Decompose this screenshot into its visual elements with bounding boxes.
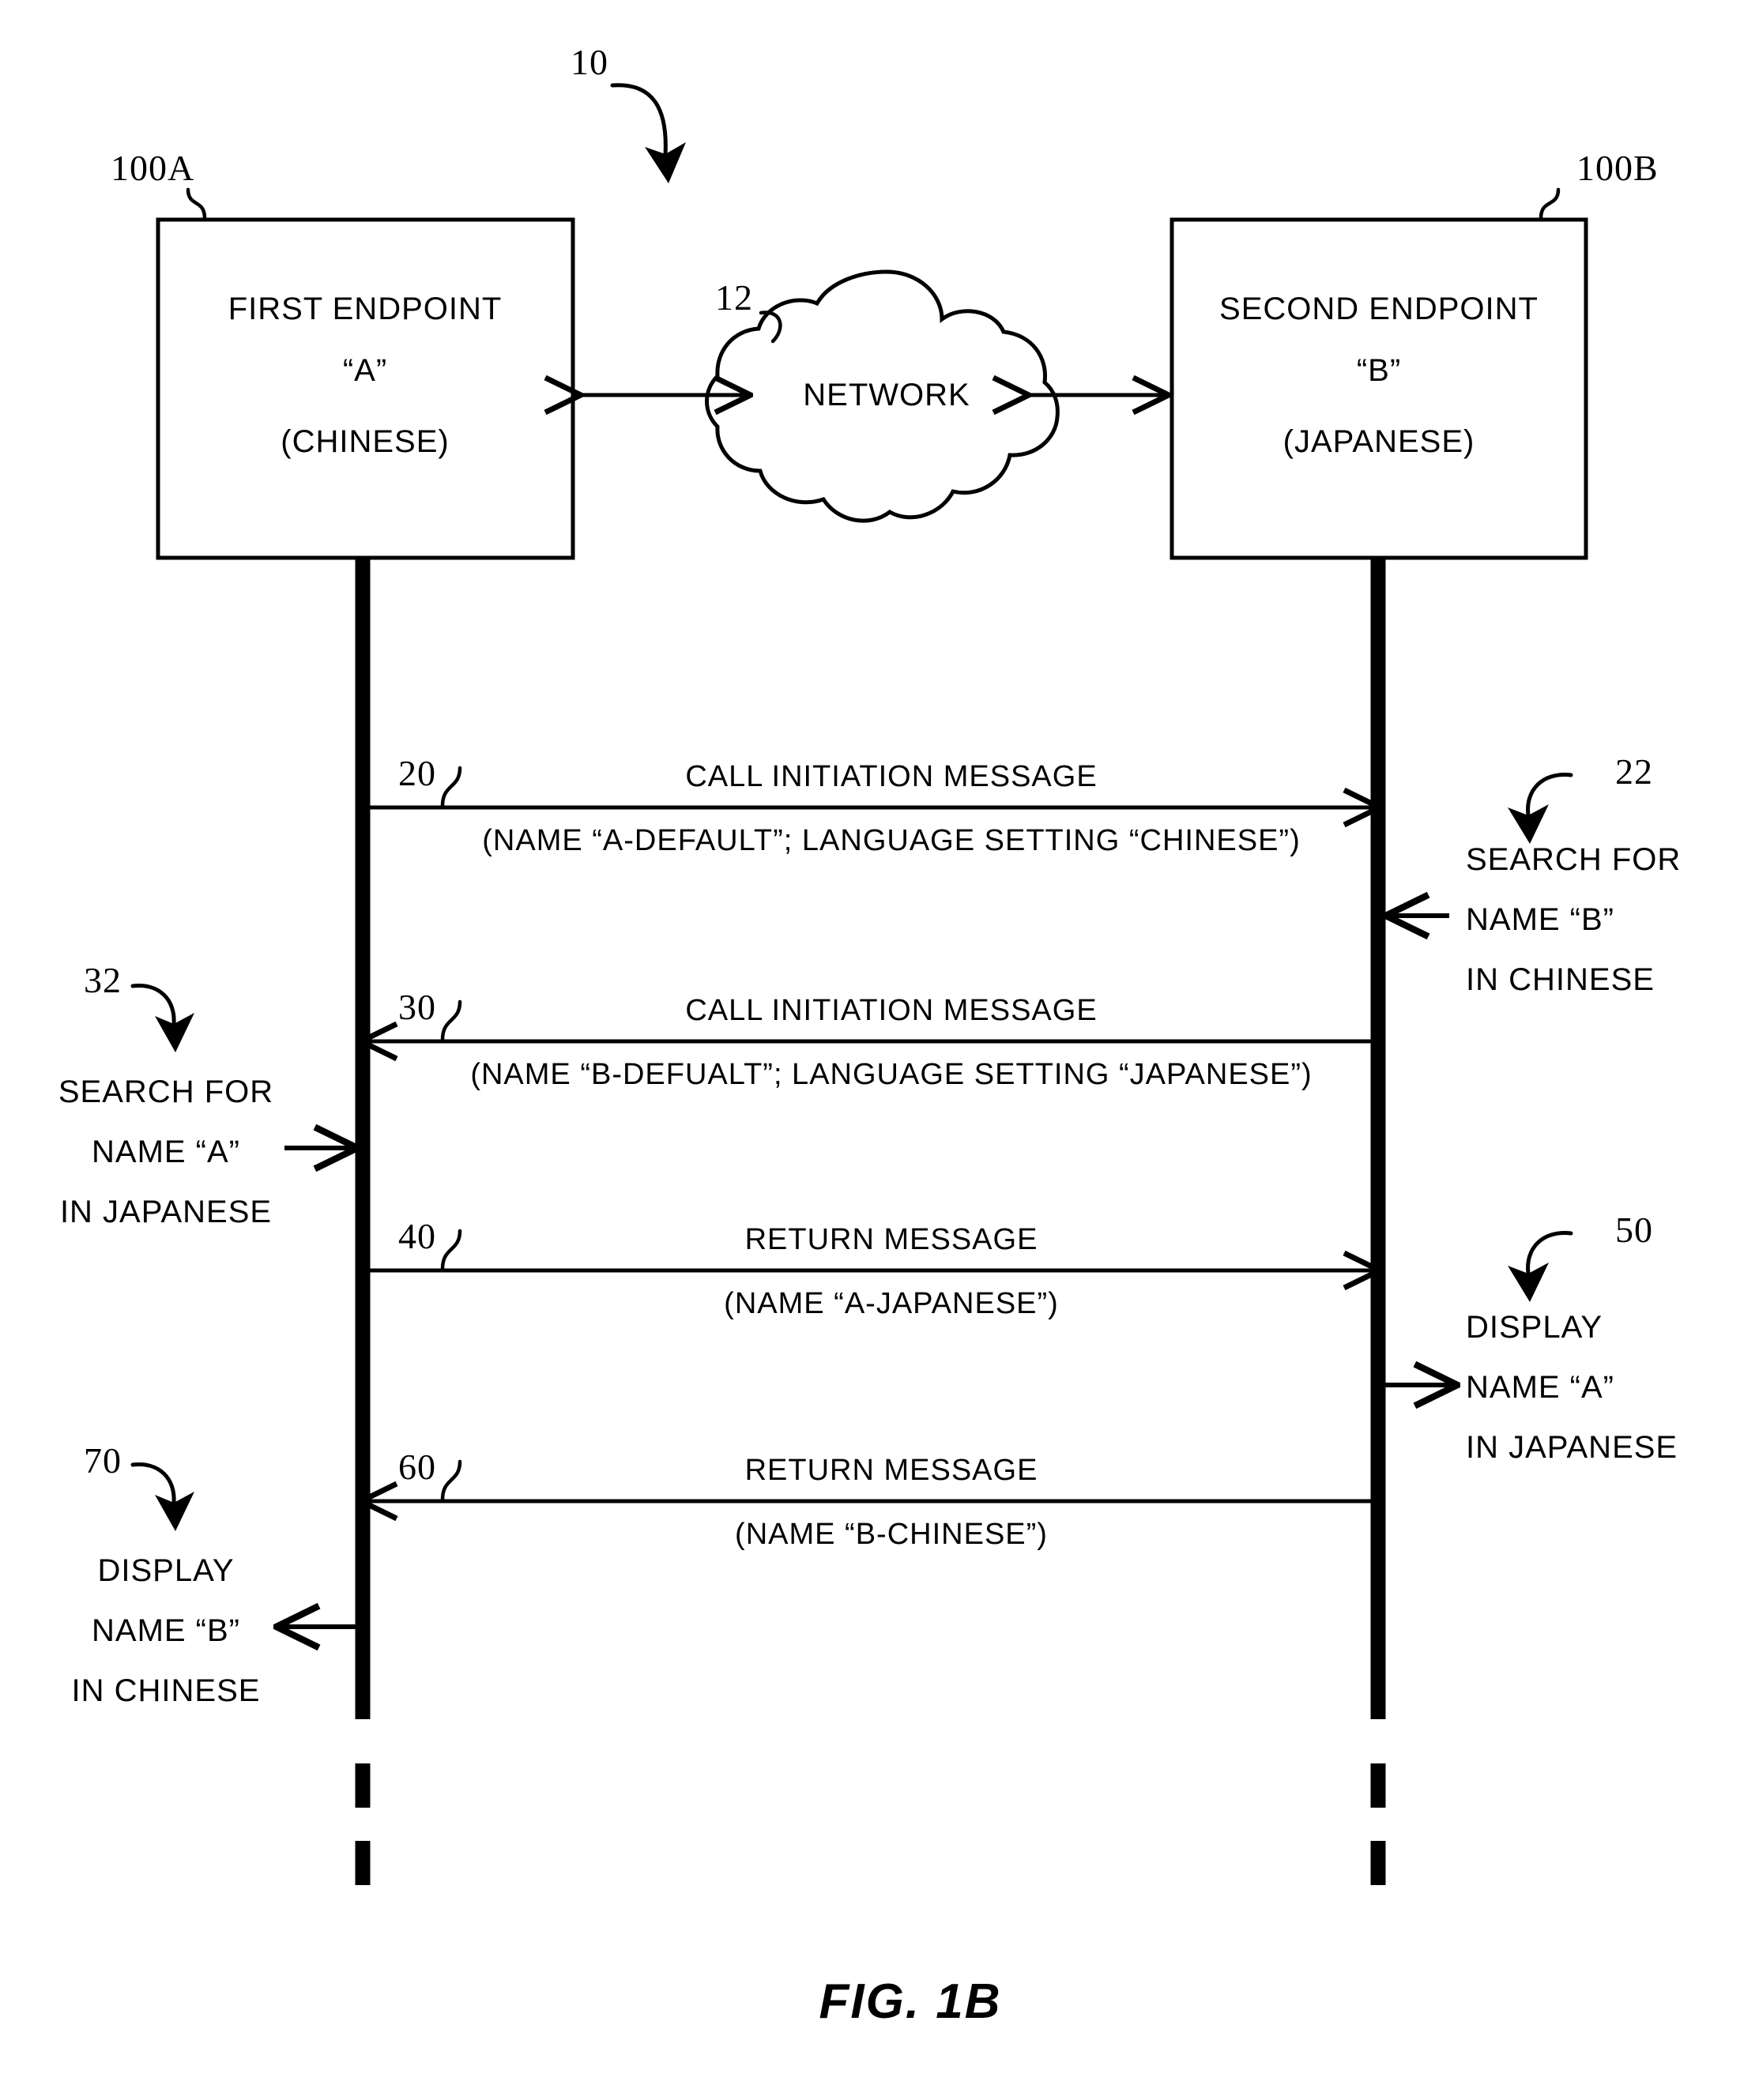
ref-number-20: 20: [398, 753, 436, 793]
ref-number-10: 10: [571, 42, 608, 82]
second-endpoint-title: SECOND ENDPOINT: [1219, 292, 1539, 326]
patent-figure-1b: 10 100A FIRST ENDPOINT “A” (CHINESE) 100…: [0, 0, 1759, 2100]
annotation-50-line1: DISPLAY: [1466, 1310, 1603, 1345]
ref-number-40: 40: [398, 1216, 436, 1256]
ref-leader-70: [130, 1462, 176, 1505]
annotation-70-line2: NAME “B”: [92, 1613, 240, 1648]
message-detail-20: (NAME “A-DEFAULT”; LANGUAGE SETTING “CHI…: [482, 824, 1301, 857]
first-endpoint-box: [156, 217, 575, 560]
ref-leader-22: [1526, 773, 1573, 818]
ref-leader-100a: [186, 187, 207, 220]
ref-leader-50: [1526, 1231, 1573, 1276]
first-endpoint-name: “A”: [342, 353, 388, 388]
annotation-22-line1: SEARCH FOR: [1466, 842, 1682, 877]
annotation-32-line1: SEARCH FOR: [58, 1074, 274, 1109]
ref-number-100a: 100A: [111, 148, 195, 188]
message-detail-40: (NAME “A-JAPANESE”): [724, 1287, 1059, 1320]
message-detail-30: (NAME “B-DEFUALT”; LANGUAGE SETTING “JAP…: [470, 1058, 1313, 1091]
ref-leader-30: [440, 999, 462, 1042]
message-detail-60: (NAME “B-CHINESE”): [735, 1518, 1048, 1551]
annotation-70-line3: IN CHINESE: [71, 1673, 261, 1708]
ref-leader-20: [440, 766, 462, 808]
ref-number-22: 22: [1615, 751, 1653, 792]
second-endpoint-box: [1170, 217, 1588, 560]
message-title-30: CALL INITIATION MESSAGE: [685, 994, 1098, 1027]
network-label: NETWORK: [803, 378, 970, 412]
ref-leader-40: [440, 1229, 462, 1271]
ref-number-70: 70: [84, 1440, 122, 1481]
annotation-50-line3: IN JAPANESE: [1466, 1430, 1678, 1465]
ref-number-12: 12: [715, 277, 753, 318]
message-title-60: RETURN MESSAGE: [744, 1454, 1038, 1487]
ref-leader-10: [610, 83, 668, 157]
ref-leader-32: [130, 984, 176, 1026]
ref-number-100b: 100B: [1576, 148, 1659, 188]
message-title-40: RETURN MESSAGE: [744, 1223, 1038, 1256]
annotation-22-line2: NAME “B”: [1466, 902, 1614, 937]
ref-number-30: 30: [398, 987, 436, 1027]
annotation-50-line2: NAME “A”: [1466, 1370, 1614, 1405]
ref-number-32: 32: [84, 960, 122, 1000]
ref-number-50: 50: [1615, 1210, 1653, 1250]
second-endpoint-language: (JAPANESE): [1283, 424, 1475, 459]
first-endpoint-language: (CHINESE): [281, 424, 450, 459]
ref-leader-100b: [1539, 187, 1561, 220]
figure-caption: FIG. 1B: [819, 1974, 1002, 2029]
annotation-32-line3: IN JAPANESE: [59, 1195, 273, 1229]
annotation-22-line3: IN CHINESE: [1466, 962, 1655, 997]
annotation-70-line1: DISPLAY: [97, 1553, 235, 1588]
second-endpoint-name: “B”: [1356, 353, 1402, 388]
first-endpoint-title: FIRST ENDPOINT: [228, 292, 503, 326]
message-title-20: CALL INITIATION MESSAGE: [685, 760, 1098, 793]
ref-leader-60: [440, 1459, 462, 1502]
ref-number-60: 60: [398, 1447, 436, 1487]
annotation-32-line2: NAME “A”: [92, 1135, 240, 1169]
